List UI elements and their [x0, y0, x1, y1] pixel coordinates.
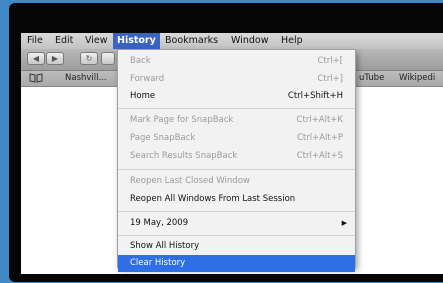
menu-history[interactable]: History	[113, 33, 160, 49]
menu-item-back[interactable]: Back Ctrl+[	[118, 53, 355, 70]
menu-help[interactable]: Help	[277, 33, 307, 49]
menu-item-date-submenu[interactable]: 19 May, 2009 ▶	[118, 215, 355, 232]
menu-item-reopen-last-closed-window[interactable]: Reopen Last Closed Window	[118, 173, 355, 190]
menu-item-show-all-history[interactable]: Show All History	[118, 238, 355, 255]
menu-separator	[118, 235, 355, 236]
menu-view[interactable]: View	[81, 33, 112, 49]
bookmark-item[interactable]: uTube	[359, 71, 384, 86]
menu-item-home[interactable]: Home Ctrl+Shift+H	[118, 88, 355, 105]
submenu-arrow-icon: ▶	[341, 219, 347, 227]
menu-bookmarks[interactable]: Bookmarks	[161, 33, 222, 49]
menu-separator	[118, 169, 355, 170]
forward-arrow-icon: ▶	[51, 54, 59, 63]
back-button[interactable]: ◀	[27, 52, 45, 65]
reload-button[interactable]: ↻	[80, 52, 98, 65]
forward-button[interactable]: ▶	[46, 52, 64, 65]
menu-window[interactable]: Window	[227, 33, 272, 49]
menu-bar: File Edit View History Bookmarks Window …	[21, 33, 443, 49]
menu-item-reopen-all-windows[interactable]: Reopen All Windows From Last Session	[118, 191, 355, 208]
bookmark-item[interactable]: Nashvill...	[65, 71, 107, 86]
browser-window: File Edit View History Bookmarks Window …	[21, 33, 443, 274]
menu-item-search-results-snapback[interactable]: Search Results SnapBack Ctrl+Alt+S	[118, 148, 355, 165]
menu-item-forward[interactable]: Forward Ctrl+]	[118, 71, 355, 88]
history-dropdown-menu: Back Ctrl+[ Forward Ctrl+] Home Ctrl+Shi…	[117, 49, 356, 272]
menu-item-mark-page-snapback[interactable]: Mark Page for SnapBack Ctrl+Alt+K	[118, 112, 355, 129]
back-arrow-icon: ◀	[32, 54, 40, 63]
menu-separator	[118, 211, 355, 212]
menu-item-page-snapback[interactable]: Page SnapBack Ctrl+Alt+P	[118, 130, 355, 147]
reload-icon: ↻	[85, 54, 93, 63]
menu-edit[interactable]: Edit	[51, 33, 77, 49]
menu-separator	[118, 108, 355, 109]
menu-file[interactable]: File	[23, 33, 47, 49]
bookmark-item[interactable]: Wikipedi	[399, 71, 435, 86]
toolbar-button-partial[interactable]	[101, 52, 115, 65]
menu-item-clear-history[interactable]: Clear History	[118, 255, 355, 272]
book-icon[interactable]	[29, 71, 43, 86]
